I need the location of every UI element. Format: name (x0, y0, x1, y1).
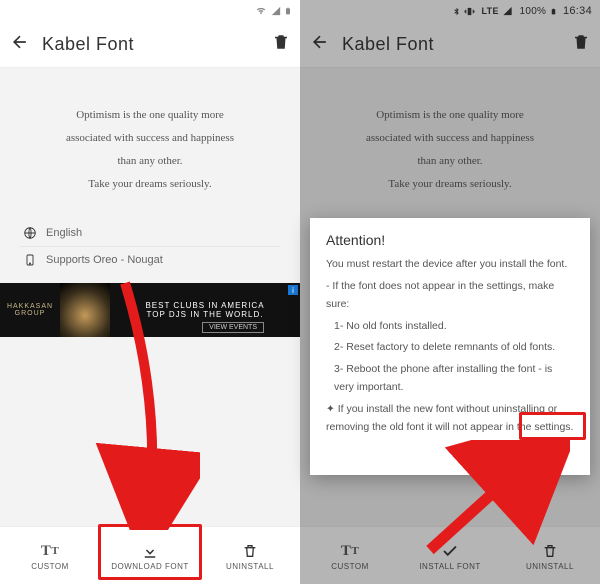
continue-button[interactable]: CONTINUE (326, 445, 574, 465)
dialog-text: - If the font does not appear in the set… (326, 278, 574, 314)
globe-icon (20, 226, 40, 240)
ad-banner[interactable]: HAKKASAN GROUP BEST CLUBS IN AMERICA TOP… (0, 283, 300, 337)
dialog-text: 2- Reset factory to delete remnants of o… (326, 339, 574, 357)
ad-image (60, 283, 110, 337)
delete-icon[interactable] (272, 33, 290, 56)
phone-icon (20, 253, 40, 267)
signal-icon (271, 6, 281, 16)
download-icon (141, 540, 159, 562)
dialog-text: You must restart the device after you in… (326, 256, 574, 274)
battery-icon (284, 5, 292, 17)
attention-dialog: Attention! You must restart the device a… (310, 218, 590, 475)
nav-download-font[interactable]: DOWNLOAD FONT (100, 527, 200, 584)
preview-line: Take your dreams seriously. (26, 173, 274, 196)
preview-line: associated with success and happiness (26, 127, 274, 150)
wifi-icon (255, 6, 267, 16)
nav-label: CUSTOM (31, 562, 69, 571)
page-title: Kabel Font (42, 34, 272, 55)
info-support-label: Supports Oreo - Nougat (46, 254, 163, 266)
back-icon[interactable] (10, 32, 30, 57)
ad-line: BEST CLUBS IN AMERICA (110, 301, 300, 310)
preview-line: than any other. (26, 150, 274, 173)
dialog-text: 1- No old fonts installed. (326, 318, 574, 336)
status-bar (0, 0, 300, 22)
dialog-text: 3- Reboot the phone after installing the… (326, 361, 574, 397)
ad-info-icon[interactable]: i (288, 285, 298, 295)
nav-label: DOWNLOAD FONT (111, 562, 189, 571)
nav-custom[interactable]: TT CUSTOM (0, 527, 100, 584)
nav-label: UNINSTALL (226, 562, 274, 571)
dialog-title: Attention! (326, 232, 574, 248)
text-format-icon: TT (41, 540, 59, 562)
ad-brand: HAKKASAN GROUP (0, 303, 60, 317)
preview-line: Optimism is the one quality more (26, 104, 274, 127)
info-support: Supports Oreo - Nougat (20, 247, 280, 273)
bottom-nav: TT CUSTOM DOWNLOAD FONT UNINSTALL (0, 526, 300, 584)
font-preview: Optimism is the one quality more associa… (0, 68, 300, 218)
nav-uninstall[interactable]: UNINSTALL (200, 527, 300, 584)
ad-line: TOP DJS IN THE WORLD. (110, 310, 300, 319)
trash-icon (242, 540, 258, 562)
ad-cta-button[interactable]: VIEW EVENTS (202, 322, 264, 333)
info-language-label: English (46, 227, 82, 239)
dialog-text: ✦ If you install the new font without un… (326, 401, 574, 437)
info-language: English (20, 220, 280, 247)
app-bar: Kabel Font (0, 22, 300, 68)
